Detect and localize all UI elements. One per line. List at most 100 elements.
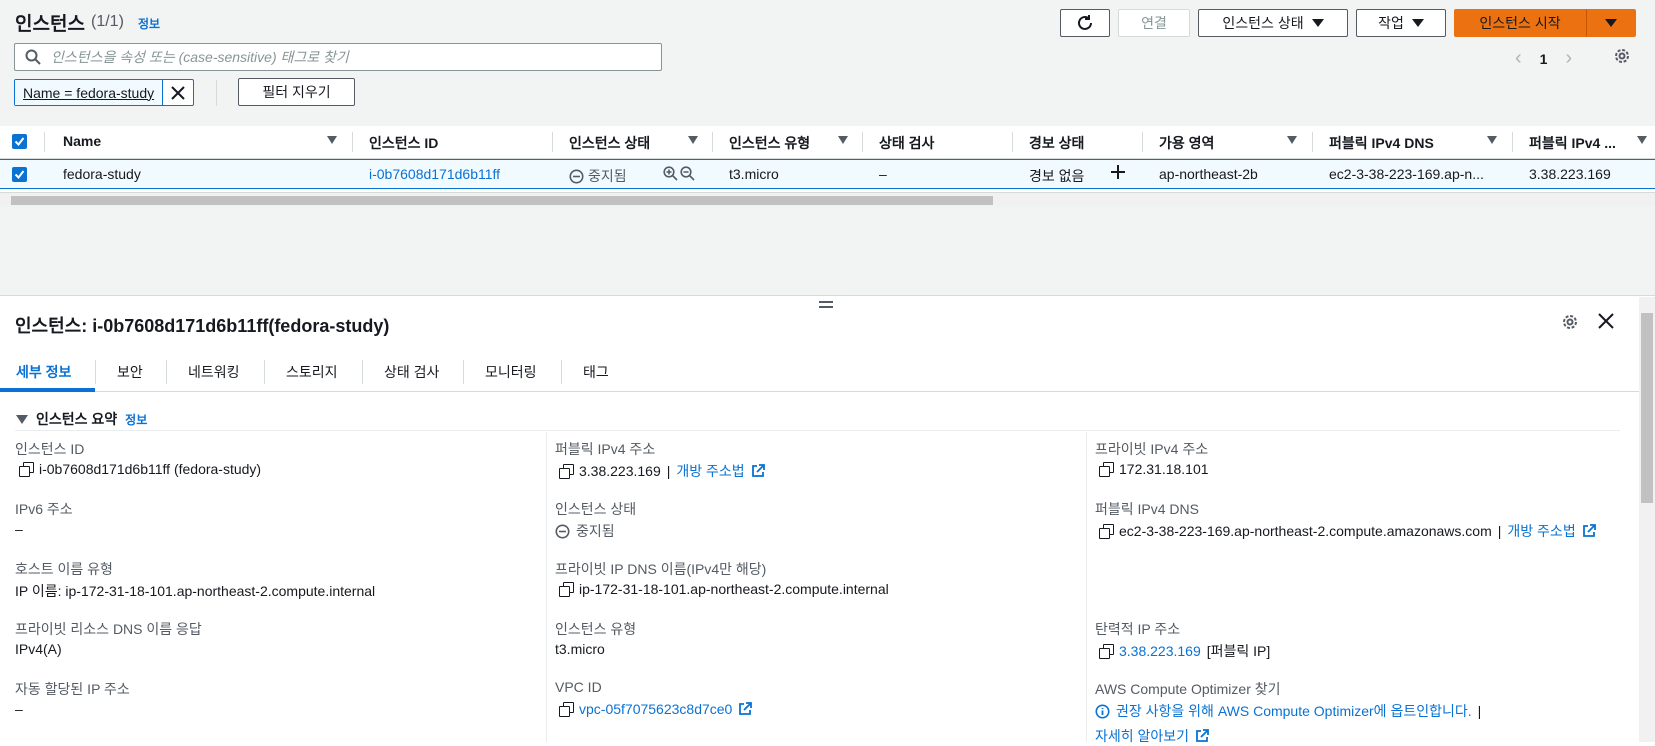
page-number[interactable]: 1: [1540, 51, 1548, 67]
column-header-status-check[interactable]: 상태 검사: [879, 133, 934, 153]
column-divider[interactable]: [552, 132, 553, 152]
column-header-az[interactable]: 가용 영역: [1159, 133, 1214, 153]
column-header-id[interactable]: 인스턴스 ID: [369, 133, 438, 153]
external-link-icon[interactable]: [1195, 729, 1209, 743]
zoom-in-icon[interactable]: [663, 166, 678, 181]
external-link-icon[interactable]: [738, 702, 753, 716]
chevron-right-icon[interactable]: ›: [1565, 47, 1572, 70]
info-icon: [1095, 704, 1110, 718]
elastic-ip-link[interactable]: 3.38.223.169: [1119, 643, 1201, 659]
column-divider[interactable]: [1012, 132, 1013, 152]
cell-ip: 3.38.223.169: [1529, 166, 1611, 182]
copy-icon[interactable]: [19, 462, 34, 477]
tab-tags[interactable]: 태그: [583, 362, 609, 382]
elastic-ip-suffix: [퍼블릭 IP]: [1206, 643, 1271, 659]
column-divider[interactable]: [1312, 132, 1313, 152]
open-address-link[interactable]: 개방 주소법: [1507, 521, 1575, 541]
detail-tabs: 세부 정보 보안 네트워킹 스토리지 상태 검사 모니터링 태그: [0, 352, 1640, 392]
column-header-state[interactable]: 인스턴스 상태: [569, 133, 650, 153]
instance-state-text: 중지됨: [576, 523, 615, 539]
column-header-alarm[interactable]: 경보 상태: [1029, 133, 1084, 153]
zoom-out-icon[interactable]: [680, 166, 695, 181]
filter-token-label[interactable]: Name = fedora-study: [15, 80, 164, 105]
open-address-link[interactable]: 개방 주소법: [676, 461, 744, 481]
copy-icon[interactable]: [1099, 462, 1114, 477]
copy-icon[interactable]: [559, 582, 574, 597]
column-divider[interactable]: [712, 132, 713, 152]
tab-details[interactable]: 세부 정보: [16, 362, 71, 382]
select-all-checkbox[interactable]: [12, 134, 27, 149]
drag-handle-icon[interactable]: [819, 301, 833, 308]
private-ip-value: 172.31.18.101: [1099, 461, 1209, 477]
cell-instance-id-link[interactable]: i-0b7608d171d6b11ff: [369, 166, 500, 182]
gear-icon[interactable]: [1613, 47, 1631, 65]
copy-icon[interactable]: [559, 464, 574, 479]
vpc-id-link[interactable]: vpc-05f7075623c8d7ce0: [579, 701, 732, 717]
gear-icon[interactable]: [1561, 313, 1579, 331]
instance-type-value: t3.micro: [555, 641, 605, 657]
actions-button[interactable]: 작업: [1356, 9, 1446, 37]
tab-networking[interactable]: 네트워킹: [188, 362, 240, 382]
splitter[interactable]: [0, 295, 1655, 296]
column-header-name[interactable]: Name: [63, 133, 101, 149]
row-checkbox[interactable]: [12, 167, 27, 182]
filter-token[interactable]: Name = fedora-study: [14, 79, 195, 106]
scrollbar-thumb[interactable]: [1641, 313, 1653, 503]
close-icon[interactable]: [163, 80, 193, 105]
refresh-button[interactable]: [1060, 9, 1110, 37]
private-ip-text: 172.31.18.101: [1119, 461, 1209, 477]
launch-dropdown-button[interactable]: [1586, 9, 1636, 37]
vpc-id-value: vpc-05f7075623c8d7ce0: [559, 701, 753, 717]
horizontal-scrollbar[interactable]: [0, 192, 1655, 206]
instance-state-button[interactable]: 인스턴스 상태: [1198, 9, 1348, 37]
instance-id-value: i-0b7608d171d6b11ff (fedora-study): [19, 461, 261, 477]
stopped-icon: [569, 169, 584, 183]
zoom-controls: [663, 166, 695, 181]
tab-monitoring[interactable]: 모니터링: [485, 362, 537, 382]
chevron-left-icon[interactable]: ‹: [1515, 47, 1522, 70]
column-divider[interactable]: [1142, 132, 1143, 152]
learn-more-row: 자세히 알아보기: [1095, 726, 1209, 746]
search-input[interactable]: [51, 49, 631, 65]
info-link[interactable]: 정보: [138, 15, 160, 32]
info-link[interactable]: 정보: [125, 411, 147, 428]
close-icon[interactable]: [1597, 312, 1615, 330]
opt-in-link[interactable]: 권장 사항을 위해 AWS Compute Optimizer에 옵트인합니다.: [1116, 701, 1472, 721]
tab-status-checks[interactable]: 상태 검사: [384, 362, 439, 382]
caret-down-icon: [16, 414, 28, 424]
copy-icon[interactable]: [559, 702, 574, 717]
column-divider[interactable]: [352, 132, 353, 152]
tab-security[interactable]: 보안: [117, 362, 143, 382]
column-header-type[interactable]: 인스턴스 유형: [729, 133, 810, 153]
table-row[interactable]: fedora-study i-0b7608d171d6b11ff 중지됨 t3.…: [0, 159, 1655, 189]
cell-dns: ec2-3-38-223-169.ap-n...: [1329, 166, 1484, 182]
launch-instance-button[interactable]: 인스턴스 시작: [1454, 9, 1586, 37]
search-field[interactable]: [14, 43, 662, 71]
cell-type: t3.micro: [729, 166, 779, 182]
copy-icon[interactable]: [1099, 644, 1114, 659]
tab-storage[interactable]: 스토리지: [286, 362, 338, 382]
external-link-icon[interactable]: [751, 464, 765, 478]
connect-button[interactable]: 연결: [1118, 9, 1190, 37]
vertical-scrollbar[interactable]: [1639, 297, 1655, 742]
scrollbar-thumb[interactable]: [11, 196, 993, 205]
external-link-icon[interactable]: [1582, 524, 1596, 538]
add-alarm-icon[interactable]: [1110, 164, 1126, 183]
clear-filters-button[interactable]: 필터 지우기: [238, 78, 355, 106]
column-header-dns[interactable]: 퍼블릭 IPv4 DNS: [1329, 133, 1434, 153]
instance-count: (1/1): [91, 13, 124, 30]
column-header-ip[interactable]: 퍼블릭 IPv4 ...: [1529, 133, 1616, 153]
divider: [216, 80, 217, 106]
column-divider[interactable]: [1512, 132, 1513, 152]
instance-summary-header[interactable]: 인스턴스 요약 정보: [16, 409, 147, 429]
copy-icon[interactable]: [1099, 524, 1114, 539]
public-dns-text: ec2-3-38-223-169.ap-northeast-2.compute.…: [1119, 523, 1492, 539]
column-divider[interactable]: [862, 132, 863, 152]
ipv6-value: –: [15, 521, 23, 537]
resource-dns-label: 프라이빗 리소스 DNS 이름 응답: [15, 621, 202, 637]
separator: |: [1477, 703, 1482, 719]
hostname-type-value: IP 이름: ip-172-31-18-101.ap-northeast-2.c…: [15, 583, 376, 599]
learn-more-link[interactable]: 자세히 알아보기: [1095, 726, 1189, 746]
auto-ip-label: 자동 할당된 IP 주소: [15, 681, 130, 697]
divider: [15, 430, 1620, 431]
